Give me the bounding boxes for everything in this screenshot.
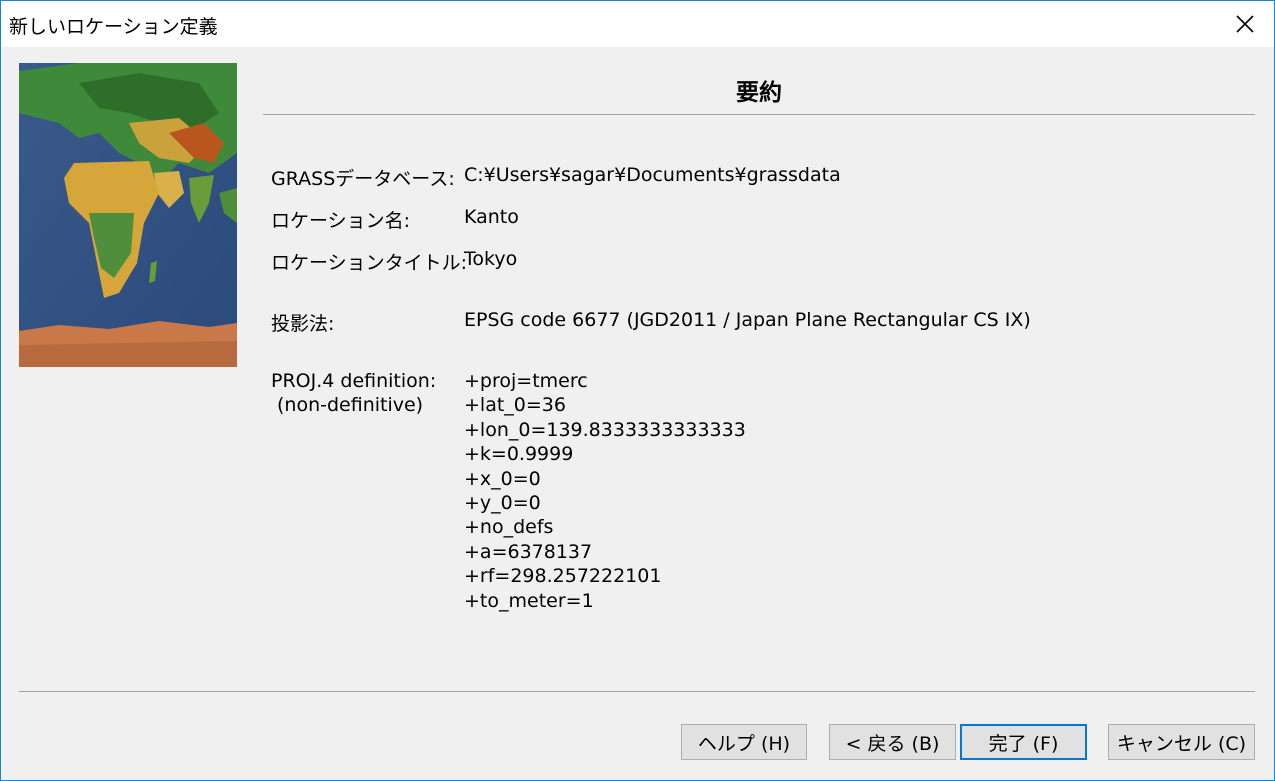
location-title-label: ロケーションタイトル:: [271, 252, 468, 274]
divider: [263, 114, 1255, 115]
proj4-line: +lat_0=36: [464, 394, 566, 417]
cancel-button[interactable]: キャンセル (C): [1108, 724, 1255, 760]
proj4-line: +lon_0=139.8333333333333: [464, 418, 746, 441]
back-button-label: < 戻る (B): [845, 732, 940, 755]
back-button[interactable]: < 戻る (B): [829, 724, 956, 760]
proj4-line: +rf=298.257222101: [464, 565, 662, 588]
proj4-line: +to_meter=1: [464, 589, 594, 612]
proj4-line: +x_0=0: [464, 467, 541, 490]
proj4-line: +no_defs: [464, 516, 554, 539]
proj4-definition: +proj=tmerc +lat_0=36 +lon_0=139.8333333…: [464, 369, 746, 613]
proj4-line: +k=0.9999: [464, 443, 574, 466]
database-label: GRASSデータベース:: [271, 168, 455, 190]
location-label: ロケーション名:: [271, 210, 411, 232]
projection-value: EPSG code 6677 (JGD2011 / Japan Plane Re…: [464, 309, 1031, 331]
finish-button[interactable]: 完了 (F): [960, 724, 1087, 760]
database-value: C:¥Users¥sagar¥Documents¥grassdata: [464, 164, 841, 186]
finish-button-label: 完了 (F): [988, 732, 1059, 755]
world-map-image: [19, 63, 237, 367]
page-heading: 要約: [736, 80, 782, 106]
projection-label: 投影法:: [271, 313, 335, 335]
help-button[interactable]: ヘルプ (H): [681, 724, 807, 760]
location-title-value: Tokyo: [464, 248, 518, 270]
proj4-label: PROJ.4 definition:: [271, 370, 437, 392]
proj4-sublabel: (non-definitive): [277, 394, 424, 416]
proj4-line: +a=6378137: [464, 540, 593, 563]
proj4-line: +y_0=0: [464, 492, 541, 515]
location-value: Kanto: [464, 206, 519, 228]
proj4-line: +proj=tmerc: [464, 370, 588, 392]
close-button[interactable]: [1216, 1, 1274, 47]
title-bar: 新しいロケーション定義: [1, 1, 1274, 47]
close-icon: [1236, 15, 1254, 33]
cancel-button-label: キャンセル (C): [1116, 732, 1247, 755]
divider: [19, 691, 1255, 692]
wizard-window: 新しいロケーション定義 要約 GRASSデータベース: C:¥Users¥sag…: [0, 0, 1275, 781]
help-button-label: ヘルプ (H): [697, 732, 791, 755]
window-title: 新しいロケーション定義: [9, 16, 218, 38]
